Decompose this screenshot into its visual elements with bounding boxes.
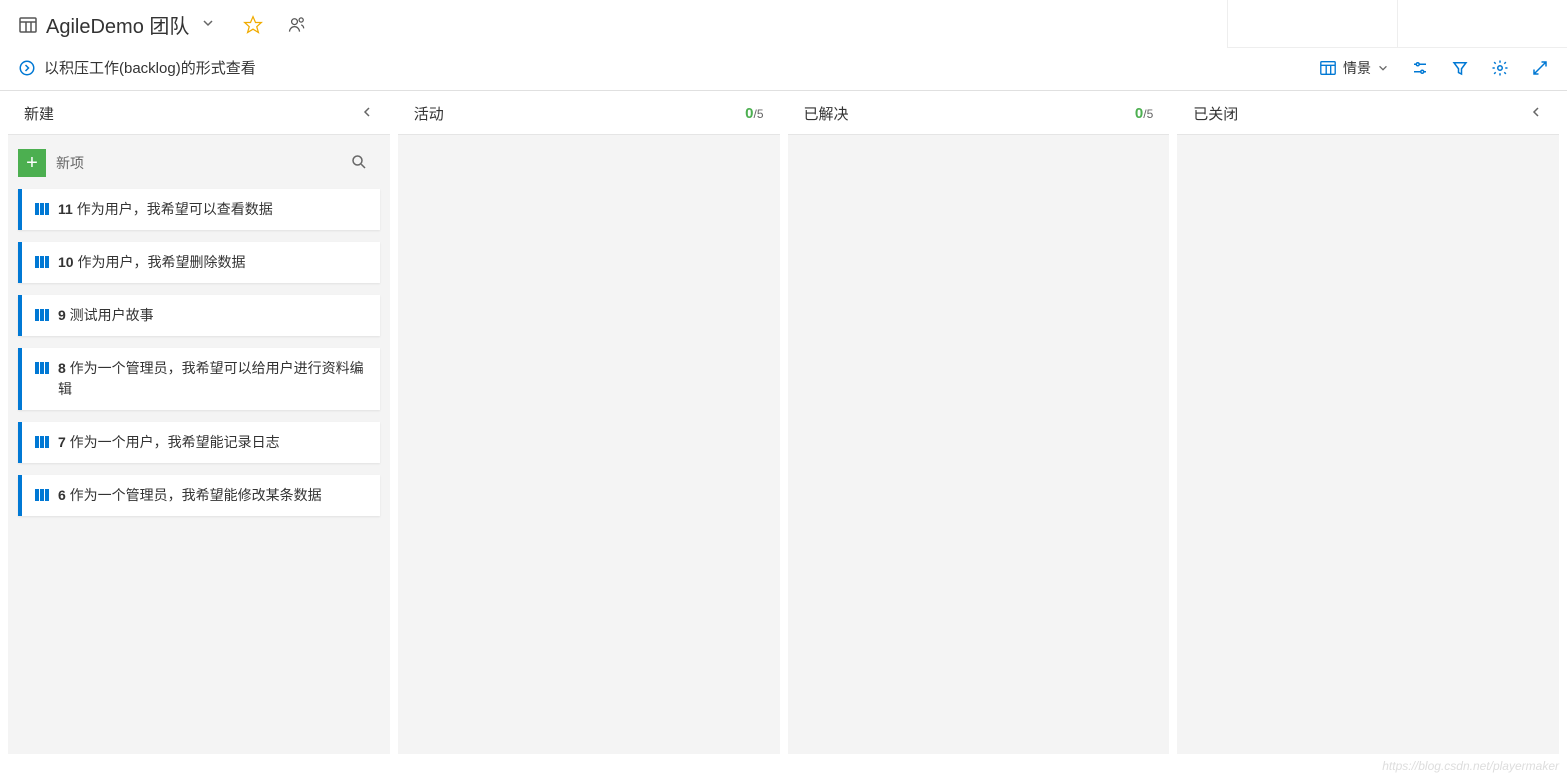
card-title: 7 作为一个用户，我希望能记录日志 xyxy=(58,432,280,453)
work-item-card[interactable]: 7 作为一个用户，我希望能记录日志 xyxy=(18,422,380,463)
add-item-button[interactable]: + xyxy=(18,149,46,177)
column-resolved: 已解决 0/5 xyxy=(788,91,1170,754)
fullscreen-icon[interactable] xyxy=(1531,59,1549,77)
collapse-icon[interactable] xyxy=(360,105,374,123)
new-item-label[interactable]: 新项 xyxy=(56,153,340,173)
card-title: 8 作为一个管理员，我希望可以给用户进行资料编辑 xyxy=(58,358,368,400)
user-story-icon xyxy=(34,360,50,379)
column-body-new: + 新项 11 作为用户，我希望可以查看数据 10 作为用户，我希望删除数据 9 测… xyxy=(8,135,390,754)
column-header-active: 活动 0/5 xyxy=(398,93,780,135)
column-body-active[interactable] xyxy=(398,135,780,754)
card-id: 6 xyxy=(58,487,66,503)
card-id: 11 xyxy=(58,201,73,217)
work-item-card[interactable]: 8 作为一个管理员，我希望可以给用户进行资料编辑 xyxy=(18,348,380,410)
collapse-icon[interactable] xyxy=(1529,105,1543,123)
card-title: 6 作为一个管理员，我希望能修改某条数据 xyxy=(58,485,322,506)
view-as-backlog-text: 以积压工作(backlog)的形式查看 xyxy=(44,57,256,78)
column-active: 活动 0/5 xyxy=(398,91,780,754)
column-closed: 已关闭 xyxy=(1177,91,1559,754)
column-new: 新建 + 新项 11 作为用户，我希望可以查看数据 10 作为用户，我希望删除数据… xyxy=(8,91,390,754)
card-id: 10 xyxy=(58,254,74,270)
gear-icon[interactable] xyxy=(1491,59,1509,77)
column-title: 已关闭 xyxy=(1193,103,1238,124)
team-name[interactable]: AgileDemo 团队 xyxy=(46,10,189,39)
settings-sliders-icon[interactable] xyxy=(1411,59,1429,77)
favorite-star-icon[interactable] xyxy=(239,11,267,39)
column-title: 新建 xyxy=(24,103,54,124)
view-as-backlog-link[interactable]: 以积压工作(backlog)的形式查看 xyxy=(18,57,256,78)
team-members-icon[interactable] xyxy=(283,11,311,39)
work-item-card[interactable]: 11 作为用户，我希望可以查看数据 xyxy=(18,189,380,230)
card-id: 9 xyxy=(58,307,66,323)
column-body-resolved[interactable] xyxy=(788,135,1170,754)
work-item-card[interactable]: 6 作为一个管理员，我希望能修改某条数据 xyxy=(18,475,380,516)
filter-icon[interactable] xyxy=(1451,59,1469,77)
team-dropdown-chevron[interactable] xyxy=(197,16,219,33)
watermark: https://blog.csdn.net/playermaker xyxy=(1382,759,1559,773)
user-story-icon xyxy=(34,434,50,453)
card-id: 7 xyxy=(58,434,66,450)
new-item-row: + 新项 xyxy=(18,145,380,189)
user-story-icon xyxy=(34,487,50,506)
work-item-card[interactable]: 9 测试用户故事 xyxy=(18,295,380,336)
toolbar-right: 情景 xyxy=(1319,58,1549,78)
search-icon[interactable] xyxy=(350,153,374,174)
column-header-closed: 已关闭 xyxy=(1177,93,1559,135)
card-title: 10 作为用户，我希望删除数据 xyxy=(58,252,245,273)
card-title: 9 测试用户故事 xyxy=(58,305,154,326)
wip-counter: 0/5 xyxy=(745,105,763,122)
user-story-icon xyxy=(34,201,50,220)
column-header-resolved: 已解决 0/5 xyxy=(788,93,1170,135)
column-title: 已解决 xyxy=(804,103,849,124)
column-header-new: 新建 xyxy=(8,93,390,135)
user-story-icon xyxy=(34,307,50,326)
kanban-board: 新建 + 新项 11 作为用户，我希望可以查看数据 10 作为用户，我希望删除数据… xyxy=(0,91,1567,754)
board-icon xyxy=(18,15,38,35)
card-title: 11 作为用户，我希望可以查看数据 xyxy=(58,199,273,220)
scene-selector-label: 情景 xyxy=(1343,58,1371,78)
column-body-closed[interactable] xyxy=(1177,135,1559,754)
column-title: 活动 xyxy=(414,103,444,124)
chevron-down-icon xyxy=(1377,62,1389,74)
top-right-placeholder xyxy=(1227,0,1567,48)
user-story-icon xyxy=(34,254,50,273)
card-id: 8 xyxy=(58,360,66,376)
sub-header: 以积压工作(backlog)的形式查看 情景 xyxy=(0,45,1567,91)
wip-counter: 0/5 xyxy=(1135,105,1153,122)
scene-selector[interactable]: 情景 xyxy=(1319,58,1389,78)
work-item-card[interactable]: 10 作为用户，我希望删除数据 xyxy=(18,242,380,283)
